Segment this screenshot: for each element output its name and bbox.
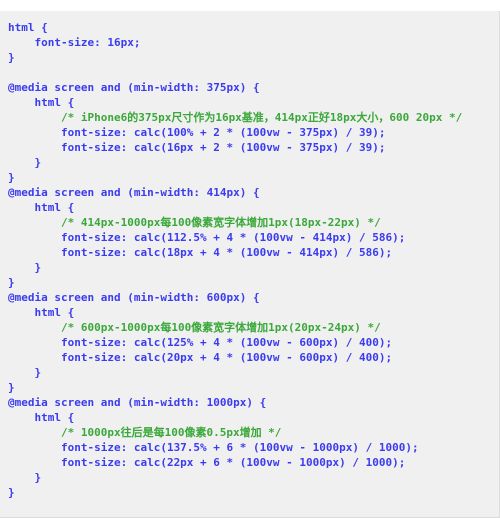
code-text: font-size: calc(112.5% + 4 * (100vw - 41… bbox=[8, 231, 406, 244]
code-text: @media screen and (min-width: 375px) { bbox=[8, 81, 260, 94]
code-text: font-size: calc(16px + 2 * (100vw - 375p… bbox=[8, 141, 386, 154]
code-text: } bbox=[8, 381, 15, 394]
code-text: } bbox=[8, 156, 42, 169]
code-text: font-size: calc(137.5% + 6 * (100vw - 10… bbox=[8, 441, 419, 454]
code-line: } bbox=[8, 170, 499, 185]
code-line: } bbox=[8, 470, 499, 485]
code-line: html { bbox=[8, 410, 499, 425]
code-line: } bbox=[8, 275, 499, 290]
code-line: font-size: calc(100% + 2 * (100vw - 375p… bbox=[8, 125, 499, 140]
code-line: @media screen and (min-width: 1000px) { bbox=[8, 395, 499, 410]
code-text: font-size: calc(22px + 6 * (100vw - 1000… bbox=[8, 456, 406, 469]
code-line: font-size: 16px; bbox=[8, 35, 499, 50]
code-text: } bbox=[8, 471, 42, 484]
code-line: } bbox=[8, 365, 499, 380]
code-line: html { bbox=[8, 95, 499, 110]
code-line: /* 1000px往后是每100像素0.5px增加 */ bbox=[8, 425, 499, 440]
code-text: html { bbox=[8, 21, 48, 34]
code-text: font-size: calc(100% + 2 * (100vw - 375p… bbox=[8, 126, 386, 139]
code-text: font-size: calc(18px + 4 * (100vw - 414p… bbox=[8, 246, 393, 259]
code-line: font-size: calc(16px + 2 * (100vw - 375p… bbox=[8, 140, 499, 155]
code-line: } bbox=[8, 50, 499, 65]
code-line: html { bbox=[8, 200, 499, 215]
code-line: /* iPhone6的375px尺寸作为16px基准，414px正好18px大小… bbox=[8, 110, 499, 125]
code-text: } bbox=[8, 276, 15, 289]
code-text: @media screen and (min-width: 1000px) { bbox=[8, 396, 267, 409]
code-text: font-size: calc(125% + 4 * (100vw - 600p… bbox=[8, 336, 393, 349]
code-text: } bbox=[8, 171, 15, 184]
code-text: html { bbox=[8, 201, 75, 214]
code-line: html { bbox=[8, 305, 499, 320]
code-text: @media screen and (min-width: 600px) { bbox=[8, 291, 260, 304]
code-line: font-size: calc(137.5% + 6 * (100vw - 10… bbox=[8, 440, 499, 455]
code-line: font-size: calc(22px + 6 * (100vw - 1000… bbox=[8, 455, 499, 470]
code-text: html { bbox=[8, 96, 75, 109]
code-line: } bbox=[8, 380, 499, 395]
code-text: } bbox=[8, 366, 42, 379]
code-text: font-size: calc(20px + 4 * (100vw - 600p… bbox=[8, 351, 393, 364]
code-line: } bbox=[8, 155, 499, 170]
code-text: html { bbox=[8, 306, 75, 319]
code-text: font-size: 16px; bbox=[8, 36, 141, 49]
code-line: } bbox=[8, 485, 499, 500]
code-line: font-size: calc(125% + 4 * (100vw - 600p… bbox=[8, 335, 499, 350]
code-line: @media screen and (min-width: 414px) { bbox=[8, 185, 499, 200]
code-line: html { bbox=[8, 20, 499, 35]
code-comment: /* 1000px往后是每100像素0.5px增加 */ bbox=[8, 426, 282, 439]
code-comment: /* 600px-1000px每100像素宽字体增加1px(20px-24px)… bbox=[8, 321, 381, 334]
code-line: font-size: calc(20px + 4 * (100vw - 600p… bbox=[8, 350, 499, 365]
code-line: font-size: calc(18px + 4 * (100vw - 414p… bbox=[8, 245, 499, 260]
code-text: @media screen and (min-width: 414px) { bbox=[8, 186, 260, 199]
code-block: html { font-size: 16px;} @media screen a… bbox=[0, 11, 500, 518]
code-line: /* 600px-1000px每100像素宽字体增加1px(20px-24px)… bbox=[8, 320, 499, 335]
code-line: /* 414px-1000px每100像素宽字体增加1px(18px-22px)… bbox=[8, 215, 499, 230]
code-text: } bbox=[8, 51, 15, 64]
code-line: @media screen and (min-width: 375px) { bbox=[8, 80, 499, 95]
code-comment: /* iPhone6的375px尺寸作为16px基准，414px正好18px大小… bbox=[8, 111, 463, 124]
code-line: } bbox=[8, 260, 499, 275]
code-text: } bbox=[8, 486, 15, 499]
code-line: font-size: calc(112.5% + 4 * (100vw - 41… bbox=[8, 230, 499, 245]
code-line: @media screen and (min-width: 600px) { bbox=[8, 290, 499, 305]
code-text: html { bbox=[8, 411, 75, 424]
code-comment: /* 414px-1000px每100像素宽字体增加1px(18px-22px)… bbox=[8, 216, 381, 229]
code-text: } bbox=[8, 261, 42, 274]
